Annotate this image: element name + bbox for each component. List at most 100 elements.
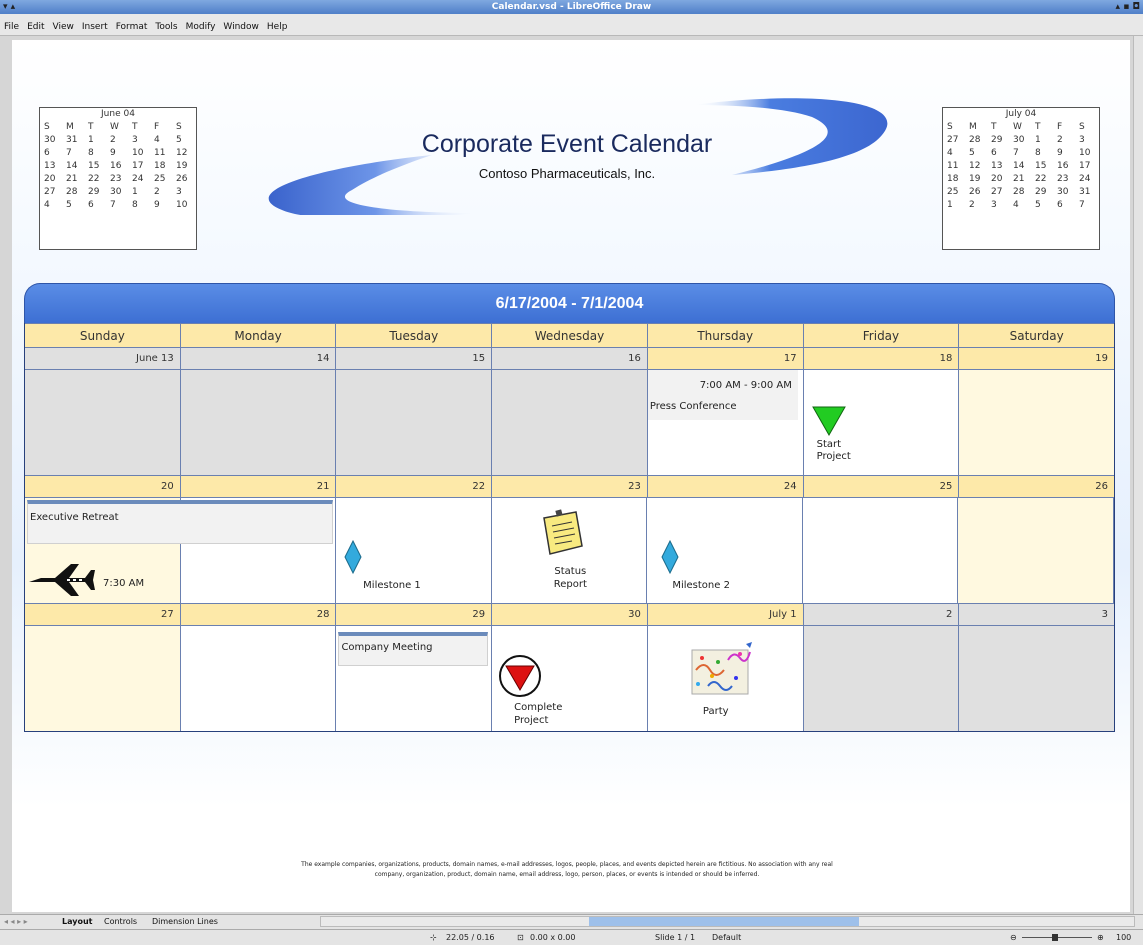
date-cell[interactable]: 30: [492, 603, 648, 625]
mini-day-header: T: [991, 121, 997, 132]
executive-retreat-event[interactable]: Executive Retreat: [27, 500, 333, 544]
mini-date: 9: [1057, 147, 1063, 158]
menu-help[interactable]: Help: [263, 15, 292, 32]
day-cell[interactable]: Start Project: [803, 369, 960, 475]
date-cell[interactable]: July 1: [647, 603, 804, 625]
date-cell[interactable]: 15: [336, 347, 493, 369]
zoom-out-icon[interactable]: ⊖: [1010, 933, 1017, 942]
tab-dimension-lines[interactable]: Dimension Lines: [152, 917, 218, 926]
week2-date-row: 20 21 22 23 24 25 26: [25, 475, 1115, 497]
milestone-diamond-icon[interactable]: [661, 540, 679, 574]
mini-calendar-table: SMTWTFS 27 28 29 30 1 2 3 4 5 6 7 8 9 10 11 12 13 14 15 1…: [943, 120, 1097, 211]
vertical-scrollbar[interactable]: [1133, 36, 1143, 914]
day-cell[interactable]: [180, 625, 337, 731]
milestone2-label: Milestone 2: [672, 580, 730, 591]
day-cell[interactable]: [492, 369, 648, 475]
mini-date: 18: [947, 173, 959, 184]
mini-date: 15: [88, 160, 100, 171]
start-triangle-icon[interactable]: [811, 406, 846, 436]
drawing-canvas[interactable]: June 04 SMTWTFS 30 31 1 2 3 4 5 6 7 8 9 10 11 12 13 1…: [12, 40, 1130, 912]
zoom-slider-handle[interactable]: [1052, 934, 1058, 941]
mini-date: 25: [947, 186, 959, 197]
day-cell[interactable]: [180, 369, 337, 475]
window-menu-icon[interactable]: ▾ ▴: [3, 0, 15, 14]
day-cell[interactable]: 7:00 AM - 9:00 AM Press Conference: [647, 369, 804, 475]
zoom-in-icon[interactable]: ⊕: [1097, 933, 1104, 942]
press-conference-label: Press Conference: [649, 401, 737, 412]
menu-file[interactable]: File: [0, 15, 23, 32]
mini-date: 23: [110, 173, 122, 184]
day-cell[interactable]: Status Report: [491, 497, 648, 603]
party-confetti-icon[interactable]: [688, 640, 756, 698]
window-controls[interactable]: ▴ ▪ ◘: [1116, 0, 1140, 14]
mini-date: 1: [1035, 134, 1041, 145]
date-cell[interactable]: 17: [647, 347, 804, 369]
date-cell[interactable]: 24: [647, 475, 804, 497]
menu-edit[interactable]: Edit: [23, 15, 48, 32]
status-report-label: Status Report: [554, 565, 587, 591]
date-cell[interactable]: 18: [803, 347, 960, 369]
tab-layout[interactable]: Layout: [62, 917, 92, 926]
mini-date: 26: [969, 186, 981, 197]
day-cell[interactable]: [25, 369, 181, 475]
mini-date: 22: [88, 173, 100, 184]
menu-window[interactable]: Window: [219, 15, 263, 32]
date-cell[interactable]: 14: [180, 347, 337, 369]
mini-date: 7: [66, 147, 72, 158]
date-cell[interactable]: 19: [959, 347, 1115, 369]
status-note-icon[interactable]: [536, 508, 586, 558]
mini-date: 19: [969, 173, 981, 184]
menu-tools[interactable]: Tools: [151, 15, 181, 32]
date-cell[interactable]: 3: [959, 603, 1115, 625]
menu-modify[interactable]: Modify: [182, 15, 220, 32]
tab-nav-arrows[interactable]: ◂ ◂ ▸ ▸: [4, 917, 28, 926]
complete-project-icon[interactable]: [498, 654, 542, 698]
day-cell[interactable]: Party: [647, 625, 804, 731]
company-meeting-event[interactable]: Company Meeting: [338, 632, 489, 666]
day-cell[interactable]: Milestone 1: [336, 497, 492, 603]
start-project-label: Start Project: [817, 439, 851, 463]
date-cell[interactable]: 29: [336, 603, 493, 625]
mini-date: 11: [947, 160, 959, 171]
date-cell[interactable]: 23: [492, 475, 648, 497]
tab-controls[interactable]: Controls: [104, 917, 137, 926]
date-cell[interactable]: 25: [803, 475, 960, 497]
date-cell[interactable]: 27: [25, 603, 181, 625]
date-cell[interactable]: 21: [180, 475, 337, 497]
complete-project-label: Complete Project: [514, 701, 562, 727]
day-cell[interactable]: Milestone 2: [647, 497, 803, 603]
date-cell[interactable]: June 13: [25, 347, 181, 369]
date-cell[interactable]: 16: [492, 347, 648, 369]
menu-view[interactable]: View: [49, 15, 78, 32]
date-cell[interactable]: 20: [25, 475, 181, 497]
start-project-line1: Start: [816, 439, 842, 450]
mini-date: 3: [132, 134, 138, 145]
day-cell[interactable]: [959, 369, 1115, 475]
day-cell[interactable]: [25, 625, 181, 731]
date-cell[interactable]: 2: [803, 603, 960, 625]
day-cell[interactable]: Complete Project: [492, 625, 648, 731]
mini-date: 25: [154, 173, 166, 184]
mini-date: 8: [88, 147, 94, 158]
day-cell[interactable]: [958, 497, 1115, 603]
milestone-diamond-icon[interactable]: [344, 540, 362, 574]
day-cell[interactable]: [802, 497, 959, 603]
menu-format[interactable]: Format: [112, 15, 152, 32]
week3-body-row: Company Meeting Complete Project Party: [25, 625, 1115, 731]
mini-date: 28: [66, 186, 78, 197]
dayname-monday: Monday: [180, 323, 337, 347]
press-conference-event[interactable]: 7:00 AM - 9:00 AM Press Conference: [647, 370, 798, 420]
date-cell[interactable]: 28: [180, 603, 337, 625]
day-cell[interactable]: [959, 625, 1115, 731]
date-cell[interactable]: 26: [959, 475, 1115, 497]
mini-date: 6: [991, 147, 997, 158]
mini-date: 30: [44, 134, 56, 145]
horizontal-scrollbar[interactable]: [320, 916, 1135, 927]
day-cell[interactable]: [336, 369, 493, 475]
horizontal-scroll-thumb[interactable]: [589, 917, 859, 926]
menu-insert[interactable]: Insert: [78, 15, 112, 32]
day-cell[interactable]: [803, 625, 960, 731]
mini-date: 4: [1013, 199, 1019, 210]
date-cell[interactable]: 22: [336, 475, 493, 497]
day-cell[interactable]: Company Meeting: [336, 625, 493, 731]
